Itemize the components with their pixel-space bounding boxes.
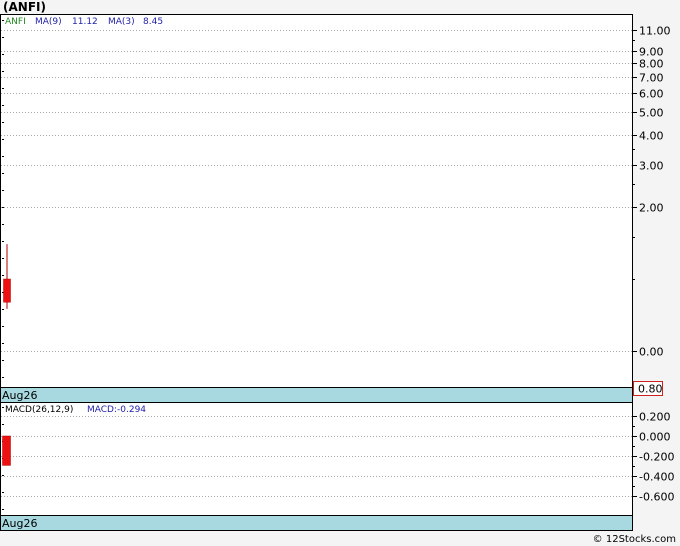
- legend-ma9-value: 11.12: [72, 17, 98, 27]
- price-tick-label: 0.00: [639, 346, 664, 359]
- stock-chart: (ANFI) 11.009.008.007.006.005.004.003.00…: [0, 0, 676, 545]
- macd-legend: MACD(26,12,9) MACD:-0.294: [5, 405, 146, 415]
- macd-bars: [2, 435, 11, 466]
- macd-panel: [0, 402, 633, 531]
- legend-ticker: ANFI: [5, 17, 26, 27]
- price-tick-label: 7.00: [639, 72, 664, 85]
- price-panel: [0, 14, 633, 403]
- price-tick-label: 8.00: [639, 58, 664, 71]
- price-tick-label: 11.00: [639, 25, 671, 38]
- price-tick-label: 4.00: [639, 130, 664, 143]
- macd-date-label: Aug26: [2, 517, 37, 530]
- price-tick-label: 2.00: [639, 202, 664, 215]
- macd-tick-label: -0.400: [639, 471, 674, 484]
- price-tick-label: 6.00: [639, 88, 664, 101]
- legend-ma3-label: MA(3): [108, 17, 135, 27]
- macd-bar: [2, 435, 11, 466]
- macd-date-band: [0, 515, 633, 531]
- macd-tick-label: 0.200: [639, 411, 671, 424]
- price-tick-label: 5.00: [639, 107, 664, 120]
- macd-tick-label: -0.600: [639, 491, 674, 504]
- legend-ma9-label: MA(9): [35, 17, 62, 27]
- macd-legend-value: MACD:-0.294: [87, 405, 146, 415]
- macd-tick-label: 0.000: [639, 431, 671, 444]
- price-date-band: [0, 387, 633, 403]
- price-date-label: Aug26: [2, 389, 37, 402]
- current-price-label: 0.80: [638, 383, 663, 396]
- macd-tick-label: -0.200: [639, 451, 674, 464]
- price-tick-label: 3.00: [639, 160, 664, 173]
- candle-body: [3, 278, 11, 303]
- legend-ma3-value: 8.45: [143, 17, 163, 27]
- footer-credit: © 12Stocks.com: [593, 534, 676, 545]
- chart-title: (ANFI): [3, 0, 46, 14]
- macd-legend-label: MACD(26,12,9): [5, 405, 73, 415]
